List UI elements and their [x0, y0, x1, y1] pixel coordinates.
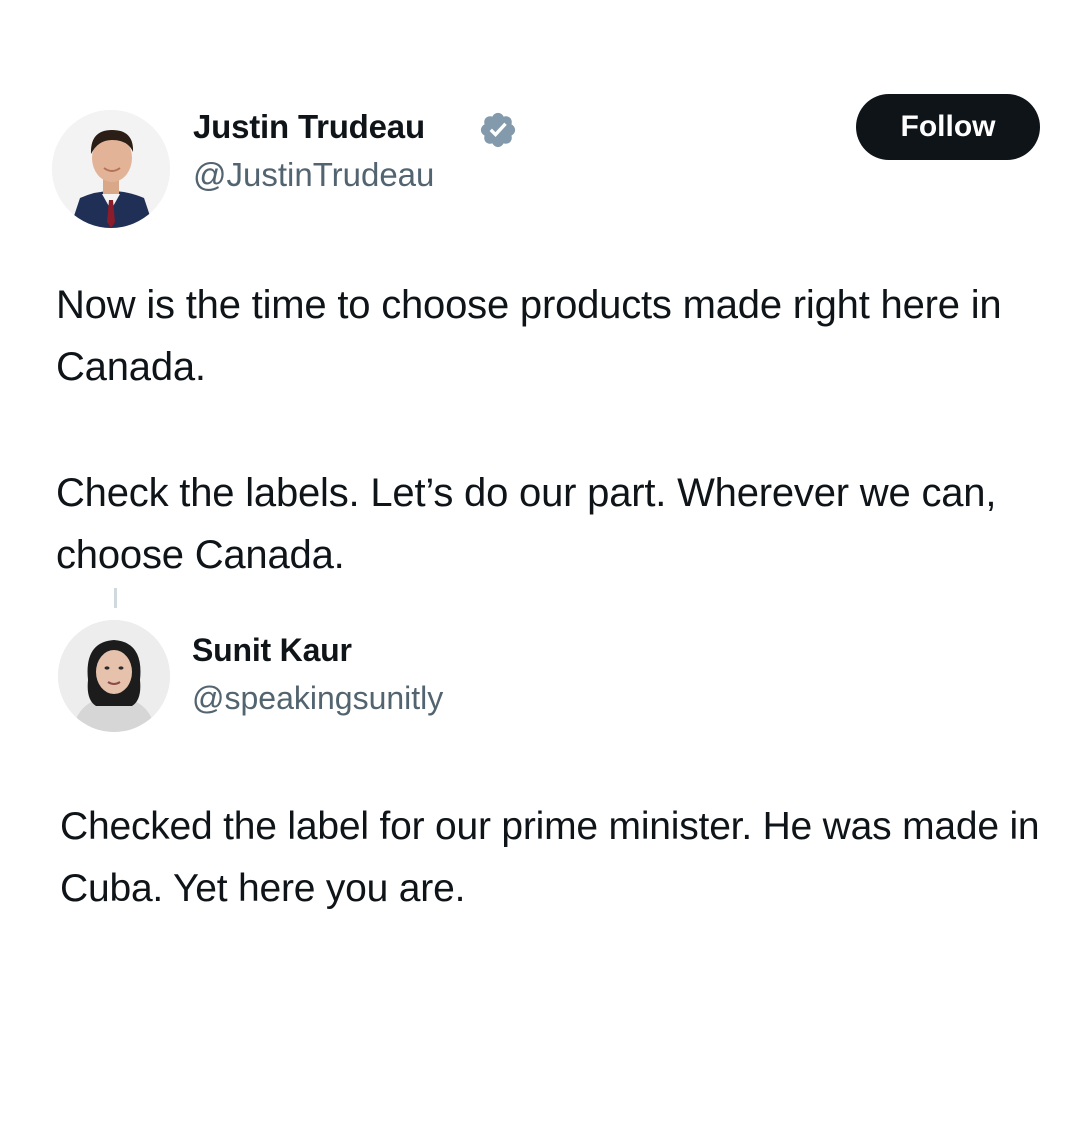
avatar-justin-trudeau[interactable] — [52, 110, 170, 228]
handle[interactable]: @speakingsunitly — [192, 680, 443, 717]
reply-tweet: Sunit Kaur @speakingsunitly Checked the … — [0, 610, 1083, 940]
display-name[interactable]: Sunit Kaur — [192, 632, 352, 669]
screenshot-canvas: Justin Trudeau @JustinTrudeau Follow Now… — [0, 0, 1083, 1140]
avatar-portrait-icon — [52, 110, 170, 228]
tweet-text-paragraph: Check the labels. Let’s do our part. Whe… — [56, 471, 997, 577]
tweet-text-paragraph: Now is the time to choose products made … — [56, 283, 1002, 389]
reply-text-paragraph: Checked the label for our prime minister… — [60, 805, 1040, 910]
avatar-portrait-icon — [58, 620, 170, 732]
verified-badge-icon — [478, 110, 518, 150]
follow-button[interactable]: Follow — [856, 94, 1040, 160]
display-name[interactable]: Justin Trudeau — [193, 108, 425, 146]
original-tweet: Justin Trudeau @JustinTrudeau Follow Now… — [0, 70, 1083, 590]
reply-thread-line — [114, 588, 117, 608]
avatar-sunit-kaur[interactable] — [58, 620, 170, 732]
handle[interactable]: @JustinTrudeau — [193, 156, 434, 194]
